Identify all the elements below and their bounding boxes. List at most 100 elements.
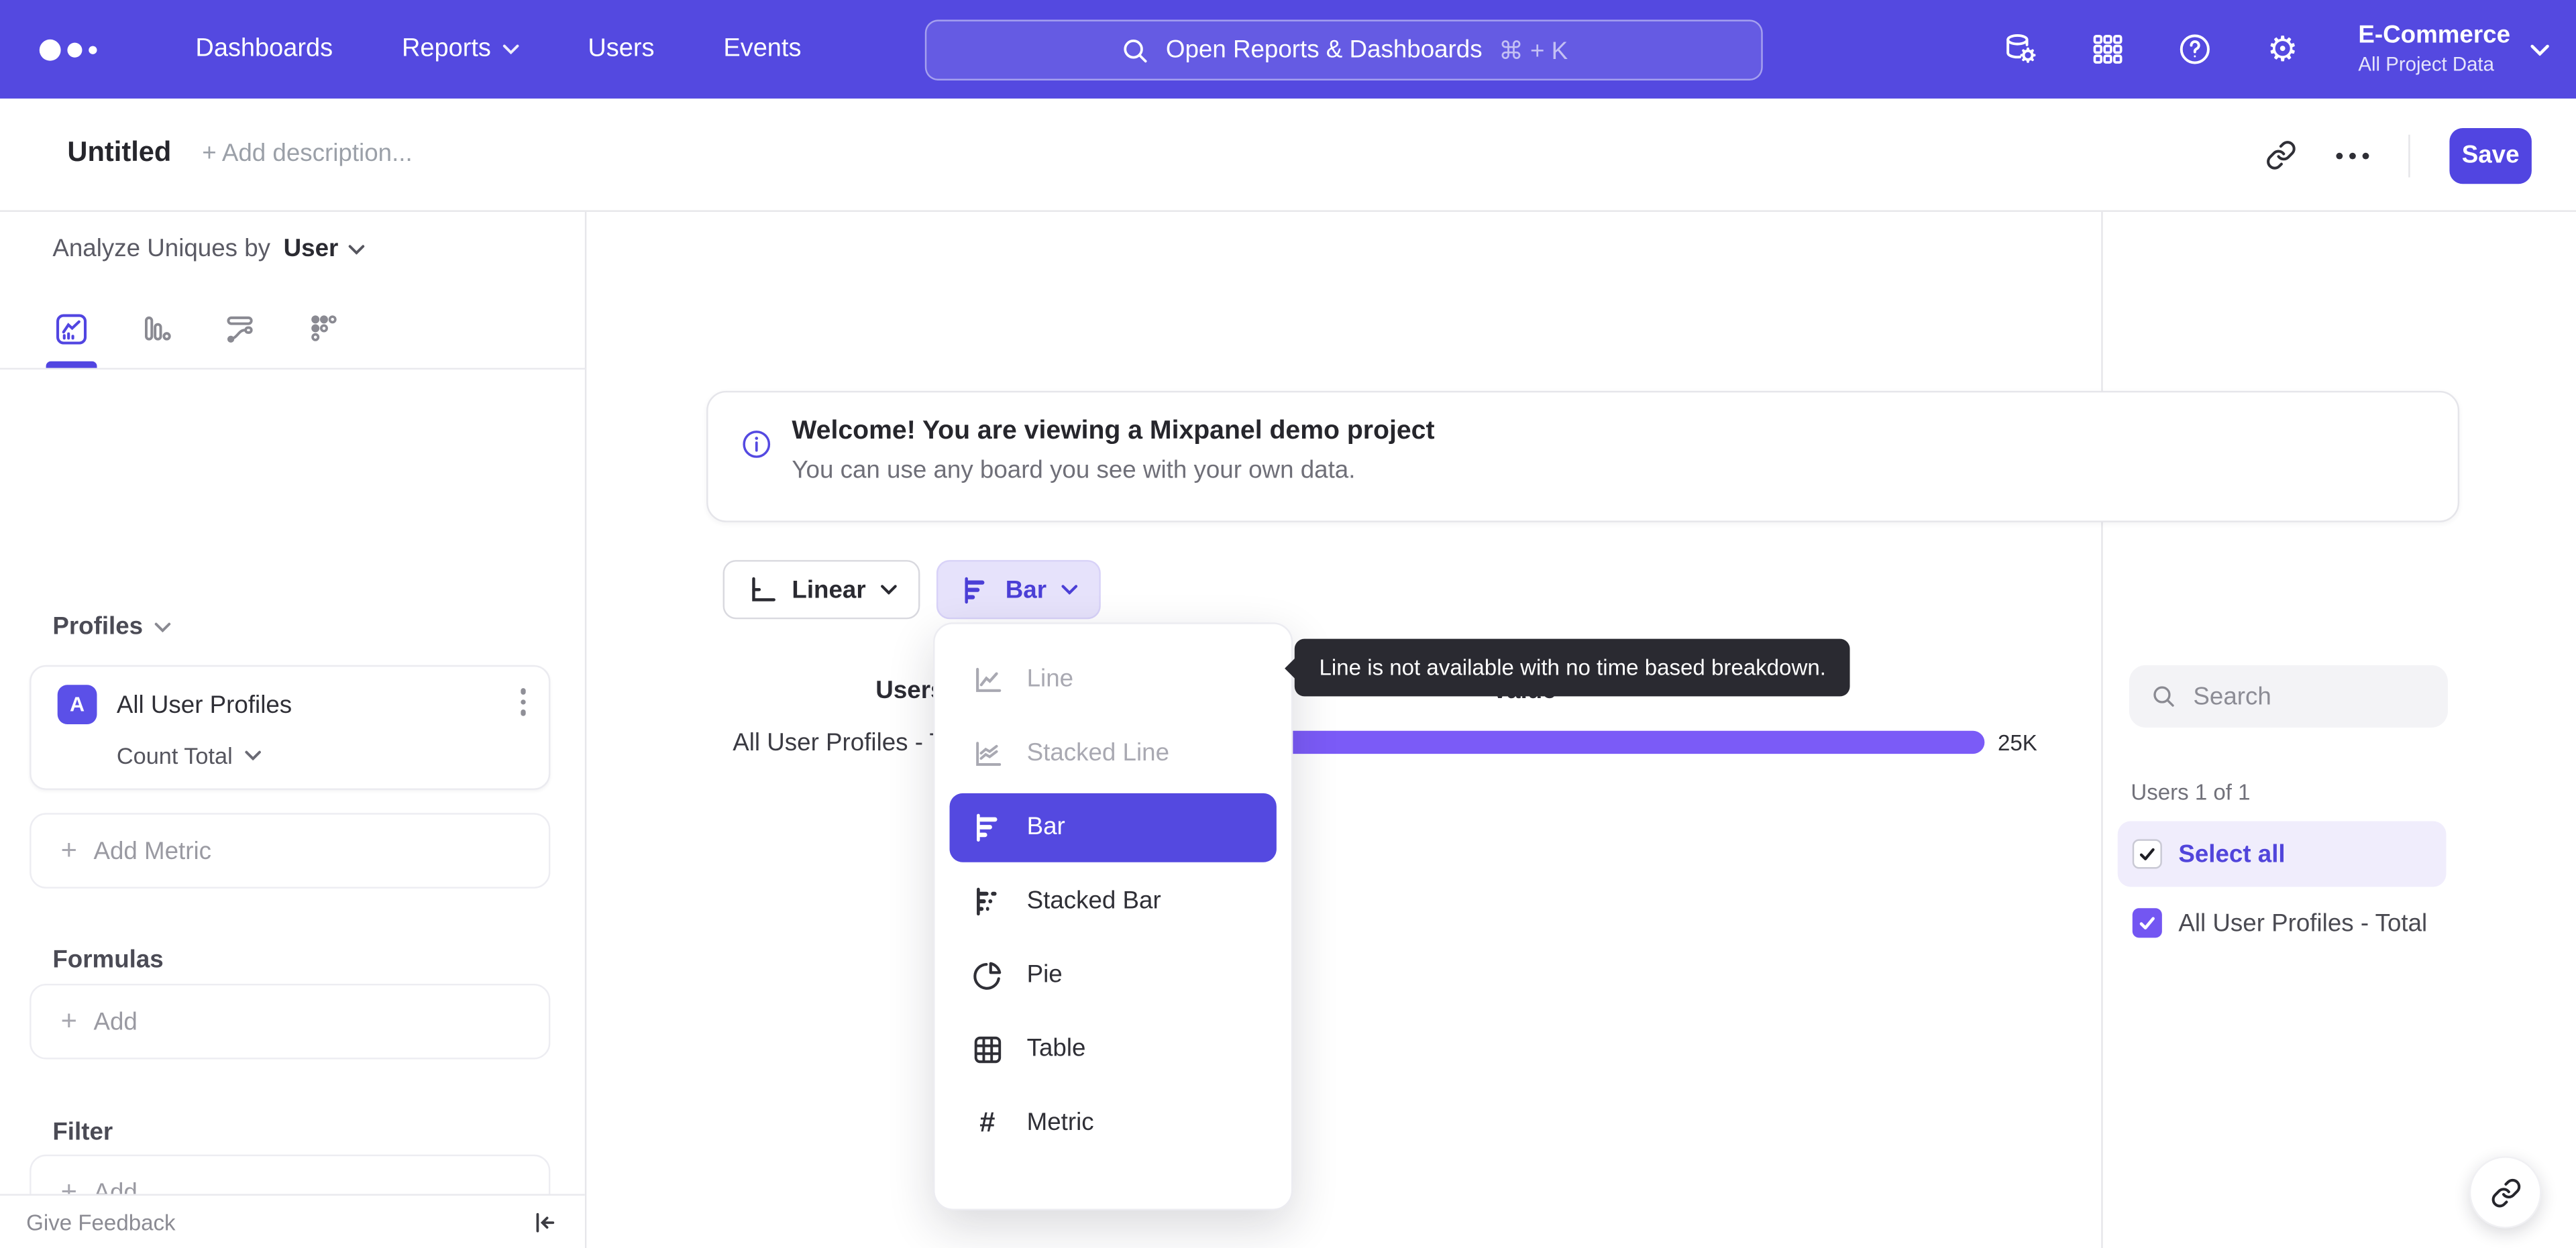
line-chart-icon bbox=[971, 663, 1004, 695]
horizontal-bar-chart-icon bbox=[971, 811, 1004, 844]
tab-insights[interactable] bbox=[30, 289, 113, 368]
select-all-row[interactable]: Select all bbox=[2117, 821, 2447, 887]
metric-badge: A bbox=[57, 685, 97, 725]
formulas-section-label: Formulas bbox=[52, 946, 163, 974]
search-icon bbox=[1123, 38, 1146, 62]
metric-name: All User Profiles bbox=[116, 690, 292, 719]
menu-item-metric[interactable]: # Metric bbox=[934, 1086, 1291, 1159]
menu-item-label: Table bbox=[1026, 1034, 1086, 1063]
menu-item-pie[interactable]: Pie bbox=[934, 938, 1291, 1011]
series-label: All User Profiles - Total bbox=[2178, 909, 2428, 938]
global-search[interactable]: Open Reports & Dashboards ⌘ + K bbox=[924, 19, 1763, 81]
stacked-line-chart-icon bbox=[971, 736, 1004, 769]
add-formula-button[interactable]: + Add bbox=[30, 983, 551, 1060]
add-metric-label: Add Metric bbox=[93, 836, 212, 865]
chart-type-dropdown-button[interactable]: Bar bbox=[936, 560, 1101, 620]
aggregation-dropdown[interactable]: Count Total bbox=[117, 742, 260, 769]
menu-item-line: Line bbox=[934, 642, 1291, 716]
share-link-fab[interactable] bbox=[2469, 1156, 2542, 1229]
legend-panel: Search Users 1 of 1 Select all All User … bbox=[2101, 211, 2576, 1248]
tab-flows[interactable] bbox=[197, 289, 281, 368]
analyze-row: Analyze Uniques by User bbox=[52, 235, 365, 263]
metric-card[interactable]: A All User Profiles Count Total bbox=[30, 665, 551, 790]
tooltip-text: Line is not available with no time based… bbox=[1319, 655, 1826, 680]
tab-retention[interactable] bbox=[281, 289, 365, 368]
check-icon bbox=[2139, 917, 2155, 929]
report-title[interactable]: Untitled bbox=[67, 136, 171, 169]
nav-dashboards[interactable]: Dashboards bbox=[195, 34, 333, 64]
line-disabled-tooltip: Line is not available with no time based… bbox=[1285, 638, 1851, 697]
chevron-down-icon bbox=[2530, 44, 2549, 56]
metric-card-main: A All User Profiles bbox=[57, 685, 292, 725]
menu-item-label: Stacked Bar bbox=[1026, 887, 1161, 915]
report-type-tabs bbox=[0, 289, 587, 370]
legend-search-input[interactable]: Search bbox=[2129, 665, 2448, 728]
flows-icon bbox=[226, 316, 252, 343]
chevron-down-icon bbox=[154, 622, 171, 632]
settings-gear-icon[interactable]: ⚙ bbox=[2265, 32, 2301, 68]
copy-link-icon[interactable] bbox=[2265, 139, 2297, 171]
add-metric-button[interactable]: + Add Metric bbox=[30, 813, 551, 889]
give-feedback-link[interactable]: Give Feedback bbox=[26, 1210, 175, 1235]
chevron-down-icon bbox=[881, 585, 897, 595]
title-bar-actions: Save bbox=[2265, 99, 2532, 212]
more-options-icon[interactable] bbox=[2336, 152, 2369, 159]
search-icon bbox=[2153, 686, 2174, 707]
apps-grid-icon[interactable] bbox=[2090, 32, 2127, 68]
search-shortcut: ⌘ + K bbox=[1499, 37, 1568, 65]
analyze-entity-dropdown[interactable]: User bbox=[284, 235, 365, 263]
bars-chart-icon bbox=[144, 316, 170, 341]
chevron-down-icon bbox=[348, 244, 365, 254]
filter-section-label: Filter bbox=[52, 1119, 113, 1147]
nav-reports[interactable]: Reports bbox=[402, 34, 519, 64]
banner-subtitle: You can use any board you see with your … bbox=[792, 456, 1356, 485]
chart-bar-value: 25K bbox=[1997, 730, 2037, 756]
hash-metric-icon: # bbox=[979, 1106, 996, 1137]
link-icon bbox=[2491, 1178, 2520, 1207]
tab-funnels[interactable] bbox=[113, 289, 197, 368]
profiles-section-label: Profiles bbox=[52, 612, 144, 641]
menu-item-bar[interactable]: Bar bbox=[949, 792, 1277, 862]
formulas-label-text: Formulas bbox=[52, 946, 164, 974]
check-icon bbox=[2139, 848, 2155, 860]
project-scope: All Project Data bbox=[2358, 52, 2494, 76]
nav-right-cluster: ⚙ E-Commerce All Project Data bbox=[2003, 0, 2549, 99]
table-icon bbox=[971, 1032, 1004, 1065]
horizontal-bar-chart-icon bbox=[965, 576, 985, 603]
chevron-down-icon bbox=[244, 750, 260, 760]
legend-count-label: Users 1 of 1 bbox=[2131, 780, 2251, 805]
add-description-field[interactable]: + Add description... bbox=[202, 139, 412, 168]
nav-users[interactable]: Users bbox=[588, 34, 654, 64]
insights-chart-icon bbox=[56, 313, 87, 344]
help-icon[interactable] bbox=[2178, 32, 2214, 68]
menu-item-table[interactable]: Table bbox=[934, 1012, 1291, 1086]
add-formula-label: Add bbox=[93, 1007, 138, 1036]
series-checkbox[interactable] bbox=[2132, 908, 2162, 938]
report-title-bar: Untitled + Add description... Save bbox=[0, 98, 2576, 212]
profiles-section-header[interactable]: Profiles bbox=[52, 612, 171, 641]
menu-item-label: Pie bbox=[1026, 960, 1063, 989]
axis-icon bbox=[752, 576, 775, 601]
metric-kebab-icon[interactable] bbox=[520, 688, 526, 716]
plus-icon: + bbox=[60, 834, 77, 866]
legend-series-row[interactable]: All User Profiles - Total bbox=[2118, 893, 2469, 952]
demo-project-banner: Welcome! You are viewing a Mixpanel demo… bbox=[706, 390, 2460, 522]
select-all-checkbox[interactable] bbox=[2132, 839, 2162, 869]
sidebar-footer: Give Feedback bbox=[0, 1194, 585, 1248]
project-name: E-Commerce bbox=[2358, 21, 2511, 50]
aggregation-value: Count Total bbox=[116, 742, 233, 769]
divider bbox=[2408, 133, 2410, 177]
chart-type-menu: Line Stacked Line Bar Stacked Bar Pie Ta… bbox=[933, 622, 1293, 1210]
nav-events[interactable]: Events bbox=[723, 34, 801, 64]
scale-dropdown-button[interactable]: Linear bbox=[722, 560, 920, 620]
analyze-label: Analyze Uniques by bbox=[52, 235, 271, 263]
menu-item-label: Stacked Line bbox=[1026, 739, 1170, 767]
project-switcher[interactable]: E-Commerce All Project Data bbox=[2358, 21, 2549, 77]
collapse-sidebar-icon[interactable] bbox=[531, 1208, 559, 1236]
plus-icon: + bbox=[60, 1005, 77, 1037]
query-builder-sidebar: Analyze Uniques by User Profiles A All U… bbox=[0, 211, 587, 1248]
menu-item-stacked-bar[interactable]: Stacked Bar bbox=[934, 864, 1291, 938]
info-icon bbox=[741, 429, 772, 460]
save-button[interactable]: Save bbox=[2449, 127, 2532, 184]
data-management-icon[interactable] bbox=[2003, 32, 2039, 68]
